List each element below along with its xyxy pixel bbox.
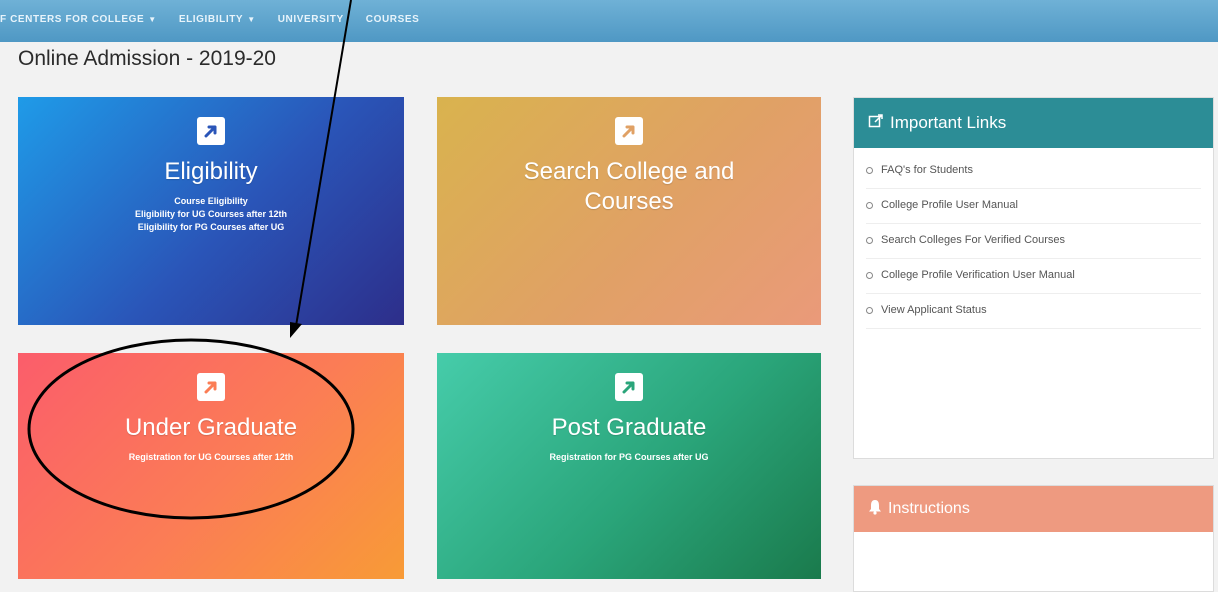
search-title-line: Courses [584,188,674,215]
link-label: College Profile User Manual [881,199,1018,211]
top-navbar: F CENTERS FOR COLLEGE ▼ ELIGIBILITY ▼ UNIV… [0,0,1218,42]
under-graduate-tile[interactable]: Under Graduate Registration for UG Cours… [18,353,404,579]
eligibility-description: Course Eligibility Eligibility for UG Co… [18,195,404,234]
important-links-panel: Important Links FAQ's for Students Colle… [853,97,1214,459]
link-applicant-status[interactable]: View Applicant Status [866,294,1201,329]
external-link-icon [197,117,225,145]
eligibility-title: Eligibility [164,158,258,185]
link-college-profile-manual[interactable]: College Profile User Manual [866,189,1201,224]
link-label: College Profile Verification User Manual [881,269,1075,281]
eligibility-tile[interactable]: Eligibility Course Eligibility Eligibili… [18,97,404,325]
nav-menu: F CENTERS FOR COLLEGE ▼ ELIGIBILITY ▼ UNIV… [0,14,419,25]
circle-bullet-icon [866,271,873,279]
eligibility-line[interactable]: Course Eligibility [18,195,404,208]
external-link-icon [615,117,643,145]
circle-bullet-icon [866,201,873,209]
eligibility-line[interactable]: Eligibility for PG Courses after UG [18,221,404,234]
nav-item-label: UNIVERSITY [277,14,344,25]
nav-item-courses[interactable]: COURSES [366,14,420,25]
instructions-panel: Instructions [853,485,1214,592]
bell-icon [868,499,882,520]
external-link-icon [615,373,643,401]
circle-bullet-icon [866,236,873,244]
page-title: Online Admission - 2019-20 [18,47,276,70]
nav-item-university[interactable]: UNIVERSITY [278,14,344,25]
circle-bullet-icon [866,306,873,314]
post-graduate-tile[interactable]: Post Graduate Registration for PG Course… [437,353,821,579]
link-label: View Applicant Status [881,304,987,316]
post-graduate-description: Registration for PG Courses after UG [549,452,709,462]
instructions-title: Instructions [888,500,970,517]
caret-down-icon: ▼ [247,15,256,24]
link-label: FAQ's for Students [881,164,973,176]
important-links-title: Important Links [890,113,1007,132]
nav-item-label: ELIGIBILITY [178,14,244,25]
important-links-header: Important Links [854,98,1213,148]
nav-item-eligibility[interactable]: ELIGIBILITY ▼ [179,14,256,25]
instructions-header[interactable]: Instructions [854,486,1213,532]
nav-item-label: COURSES [365,14,420,25]
link-verification-manual[interactable]: College Profile Verification User Manual [866,259,1201,294]
important-links-list: FAQ's for Students College Profile User … [854,148,1213,329]
link-search-colleges[interactable]: Search Colleges For Verified Courses [866,224,1201,259]
nav-item-centers[interactable]: F CENTERS FOR COLLEGE ▼ [0,14,157,25]
under-graduate-title: Under Graduate [124,414,298,441]
edit-link-icon [868,113,884,134]
search-college-tile[interactable]: Search College and Courses [437,97,821,325]
link-label: Search Colleges For Verified Courses [881,234,1066,246]
search-title-line: Search College and [523,158,735,185]
search-college-title: Search College and Courses [437,157,821,217]
caret-down-icon: ▼ [148,15,157,24]
external-link-icon [197,373,225,401]
eligibility-line[interactable]: Eligibility for UG Courses after 12th [18,208,404,221]
under-graduate-description: Registration for UG Courses after 12th [128,452,294,462]
circle-bullet-icon [866,166,873,174]
nav-item-label: F CENTERS FOR COLLEGE [0,14,145,25]
link-faqs[interactable]: FAQ's for Students [866,154,1201,189]
post-graduate-title: Post Graduate [551,414,707,441]
